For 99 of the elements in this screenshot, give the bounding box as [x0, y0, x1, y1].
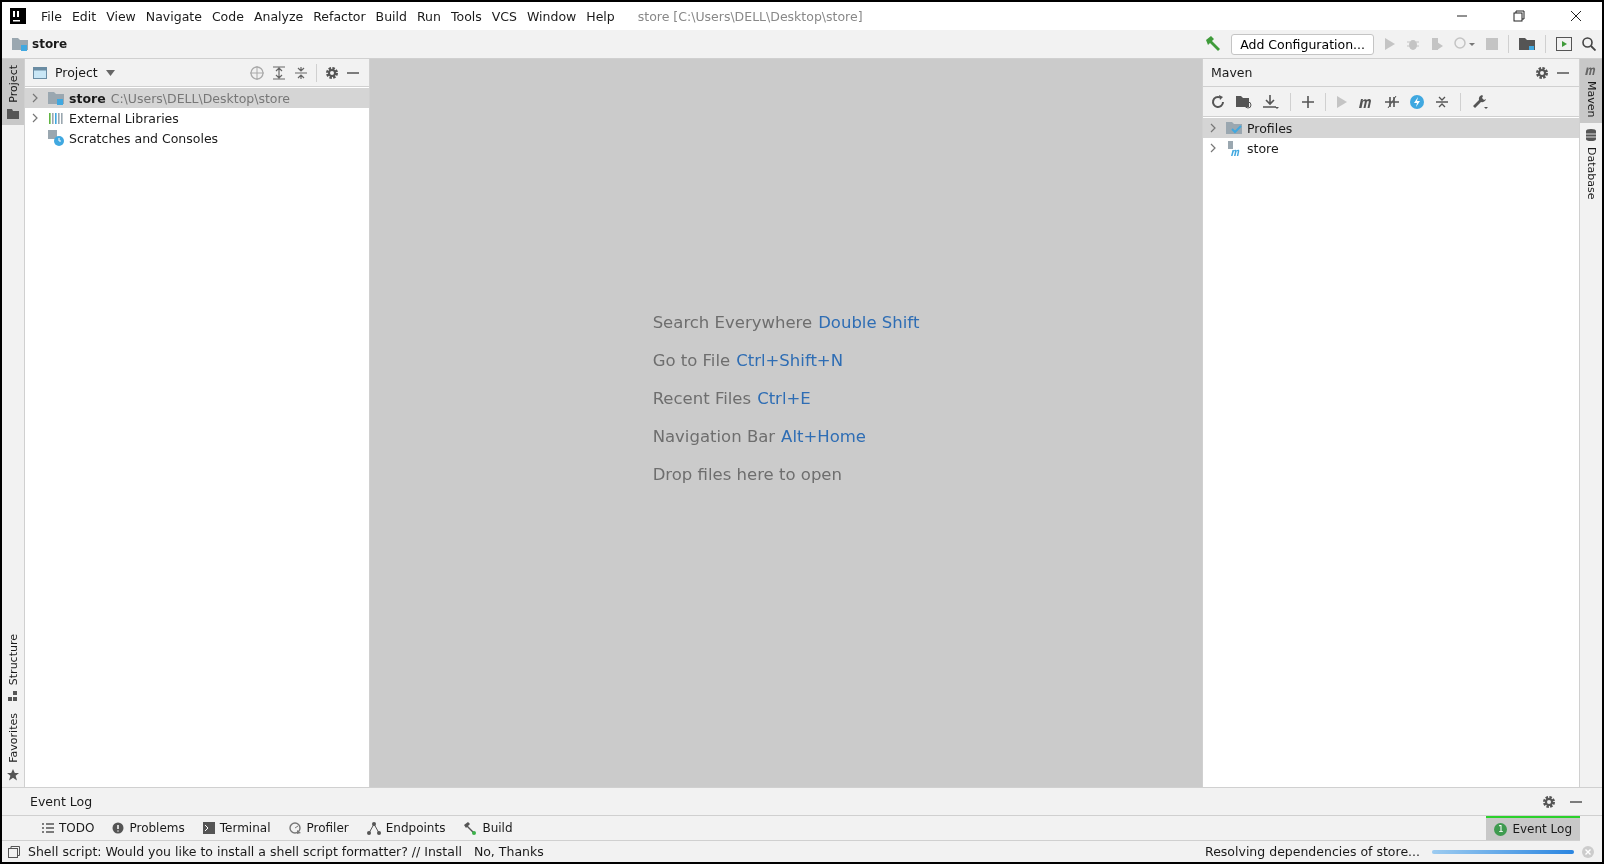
tool-window-tab[interactable]: Terminal: [194, 816, 279, 840]
search-icon[interactable]: [1582, 37, 1596, 51]
tool-window-tab[interactable]: Profiler: [280, 816, 357, 840]
refresh-icon[interactable]: [1211, 94, 1225, 109]
star-icon: [7, 769, 19, 781]
tree-item-label: store: [69, 90, 106, 106]
menu-item[interactable]: View: [101, 8, 141, 24]
gauge-icon: [288, 821, 302, 835]
hint-text: Navigation Bar: [652, 426, 776, 446]
menu-item[interactable]: Refactor: [308, 8, 371, 24]
window-title: store [C:\Users\DELL\Desktop\store]: [637, 8, 863, 24]
list-icon: [42, 823, 54, 833]
app-logo-icon: [10, 8, 26, 24]
folder-icon: [12, 37, 28, 51]
hint-text: Search Everywhere: [652, 312, 813, 332]
breadcrumb[interactable]: store: [32, 37, 68, 51]
chevron-icon[interactable]: [31, 93, 39, 103]
maven-icon: [1584, 65, 1598, 75]
shortcut-text: Ctrl+E: [757, 388, 811, 408]
presentation-icon[interactable]: [1556, 37, 1572, 51]
tree-item-label: Profiles: [1247, 120, 1293, 136]
tool-window-tab[interactable]: Build: [455, 816, 521, 840]
shortcut-text: Alt+Home: [781, 426, 866, 446]
tool-window-tab[interactable]: TODO: [34, 816, 103, 840]
shortcut-text: Double Shift: [818, 312, 920, 332]
dropdown-caret-icon[interactable]: [105, 69, 115, 76]
panel-title[interactable]: Project: [55, 65, 98, 80]
tree-row[interactable]: Profiles: [1203, 118, 1579, 138]
panel-title: Event Log: [30, 794, 93, 809]
menu-item[interactable]: Window: [522, 8, 582, 24]
count-badge: 1: [1494, 822, 1508, 836]
project-structure-icon[interactable]: [1519, 37, 1535, 51]
tree-item-label: Scratches and Consoles: [69, 130, 219, 146]
hammer-icon: [463, 821, 478, 835]
tool-window-tab[interactable]: Endpoints: [358, 816, 454, 840]
tree-row[interactable]: store: [1203, 138, 1579, 158]
hint-text: Drop files here to open: [652, 464, 842, 484]
expand-all-icon[interactable]: [272, 65, 286, 80]
chevron-icon[interactable]: [1209, 123, 1217, 133]
collapse-all-icon[interactable]: [294, 65, 308, 80]
hint-text: Go to File: [652, 350, 731, 370]
tree-row[interactable]: External Libraries: [25, 108, 369, 128]
run-configuration-button[interactable]: Add Configuration...: [1231, 33, 1374, 55]
library-icon: [48, 111, 64, 125]
project-view-icon: [33, 66, 47, 79]
database-icon: [1586, 129, 1596, 142]
menu-item[interactable]: VCS: [486, 8, 522, 24]
side-tab[interactable]: Maven: [1580, 59, 1602, 124]
tree-row[interactable]: store C:\Users\DELL\Desktop\store: [25, 88, 369, 108]
chevron-icon[interactable]: [1209, 143, 1217, 153]
settings-icon[interactable]: [1542, 794, 1556, 809]
side-tab[interactable]: Favorites: [2, 707, 24, 787]
toggle-offline-icon[interactable]: [1385, 94, 1399, 109]
warning-icon: [112, 822, 125, 834]
wrench-icon[interactable]: [1472, 93, 1488, 110]
menu-item[interactable]: Run: [412, 8, 446, 24]
side-tab[interactable]: Database: [1580, 123, 1602, 206]
folder-check-icon: [1226, 121, 1242, 135]
status-message: Shell script: Would you like to install a shell script formatter? // Install: [28, 844, 462, 859]
menu-item[interactable]: File: [36, 8, 67, 24]
panel-toggle-icon[interactable]: [8, 845, 20, 858]
tool-window-tab[interactable]: 1 Event Log: [1486, 816, 1580, 840]
menu-item[interactable]: Analyze: [248, 8, 309, 24]
tree-row[interactable]: Scratches and Consoles: [25, 128, 369, 148]
chevron-icon[interactable]: [31, 113, 39, 123]
progress-text: Resolving dependencies of store...: [1205, 844, 1420, 859]
menu-item[interactable]: Tools: [445, 8, 487, 24]
tree-item-path: C:\Users\DELL\Desktop\store: [110, 90, 291, 106]
collapse-all-icon[interactable]: [1435, 94, 1449, 109]
folder-icon: [48, 91, 64, 105]
terminal-icon: [202, 822, 215, 834]
endpoints-icon: [366, 821, 381, 835]
maven-module-icon: [1226, 140, 1242, 156]
hammer-icon[interactable]: [1205, 36, 1222, 52]
tree-item-label: External Libraries: [69, 110, 179, 126]
download-icon[interactable]: [1263, 94, 1279, 109]
folder-sync-icon[interactable]: [1236, 94, 1252, 109]
side-tab[interactable]: Structure: [2, 628, 24, 708]
panel-title: Maven: [1211, 65, 1253, 80]
plus-icon[interactable]: [1302, 95, 1314, 108]
hint-text: Recent Files: [652, 388, 752, 408]
settings-icon[interactable]: [1535, 65, 1549, 80]
menu-item[interactable]: Edit: [66, 8, 102, 24]
menu-item[interactable]: Help: [581, 8, 620, 24]
side-tab[interactable]: Project: [2, 59, 24, 125]
tool-window-tab[interactable]: Problems: [104, 816, 193, 840]
scratch-clock-icon: [48, 130, 64, 146]
settings-icon[interactable]: [325, 65, 339, 80]
restore-icon[interactable]: [1513, 10, 1525, 22]
menu-item[interactable]: Build: [370, 8, 412, 24]
tree-item-label: store: [1247, 140, 1279, 156]
menu-item[interactable]: Code: [206, 8, 249, 24]
folder-icon: [7, 108, 19, 119]
lightning-icon[interactable]: [1410, 94, 1424, 109]
dismiss-link[interactable]: No, Thanks: [473, 844, 544, 859]
structure-icon: [8, 691, 18, 702]
close-icon[interactable]: [1570, 10, 1582, 22]
shortcut-text: Ctrl+Shift+N: [736, 350, 844, 370]
menu-item[interactable]: Navigate: [140, 8, 207, 24]
